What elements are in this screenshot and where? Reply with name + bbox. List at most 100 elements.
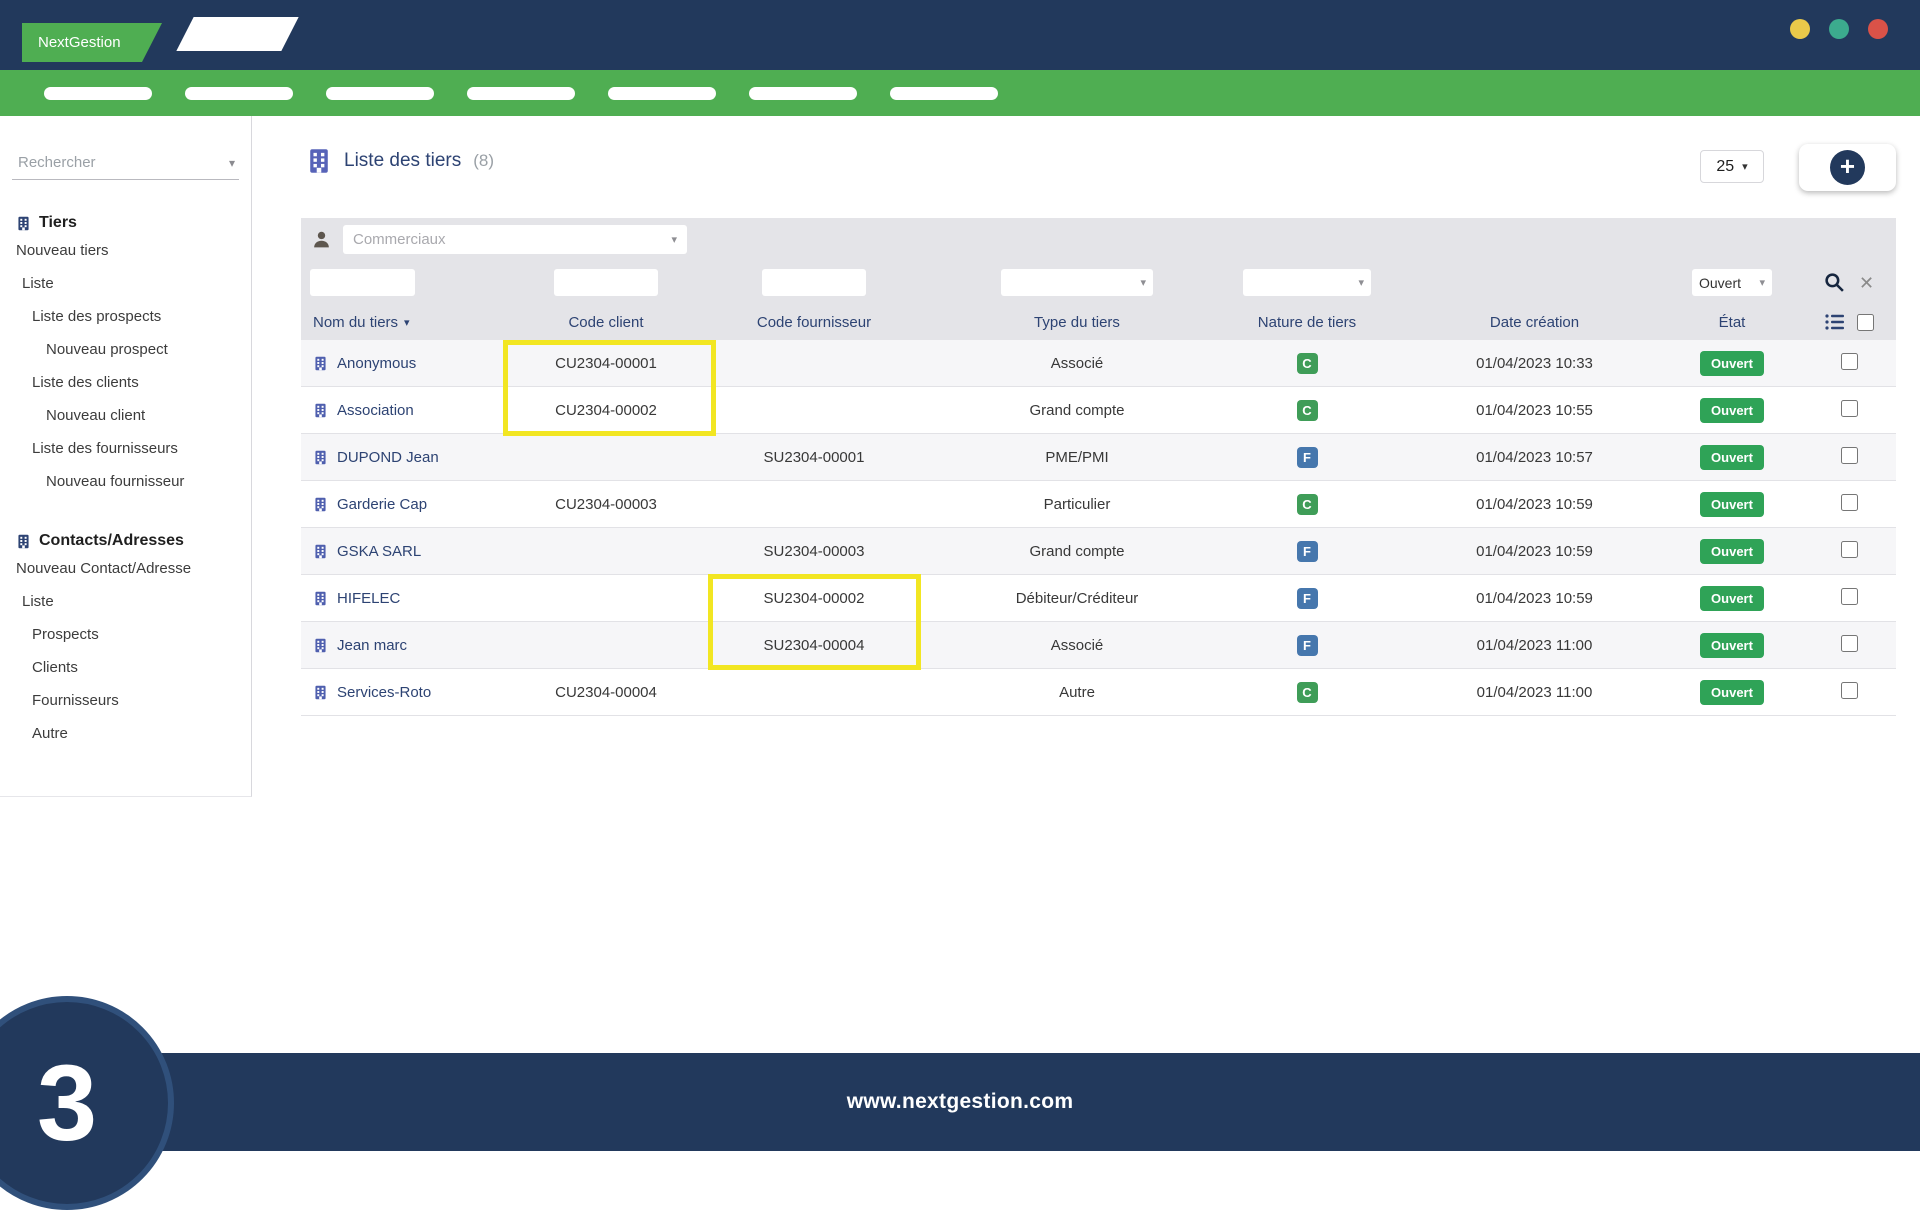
table-row[interactable]: Jean marc SU2304-00004 Associé F 01/04/2023 … — [301, 622, 1896, 669]
maximize-button[interactable] — [1829, 19, 1849, 39]
clear-filters-icon[interactable]: ✕ — [1859, 274, 1874, 292]
status-badge[interactable]: Ouvert — [1700, 397, 1764, 423]
tier-name-link[interactable]: Association — [301, 402, 531, 419]
sidebar-item-liste-des-prospects[interactable]: Liste des prospects — [12, 300, 239, 333]
column-header-type-du-tiers[interactable]: Type du tiers — [947, 314, 1207, 331]
table-row[interactable]: HIFELEC SU2304-00002 Débiteur/Créditeur F 01… — [301, 575, 1896, 622]
table-header-row: Nom du tiers ▾ Code client Code fournisseu… — [301, 304, 1896, 340]
filter-code-fournisseur-input[interactable] — [762, 269, 866, 296]
type-tiers-cell: Autre — [1059, 683, 1095, 701]
list-view-icon[interactable] — [1824, 314, 1845, 330]
sidebar-item-fournisseurs[interactable]: Fournisseurs — [12, 684, 239, 717]
table-row[interactable]: Garderie Cap CU2304-00003 Particulier C 01/0… — [301, 481, 1896, 528]
row-checkbox[interactable] — [1840, 587, 1858, 605]
sidebar-item-clients[interactable]: Clients — [12, 651, 239, 684]
sidebar-item-prospects[interactable]: Prospects — [12, 618, 239, 651]
table-row[interactable]: Anonymous CU2304-00001 Associé C 01/04/2023 … — [301, 340, 1896, 387]
filter-code-client-input[interactable] — [554, 269, 658, 296]
filter-type-select[interactable]: ▾ — [1001, 269, 1153, 296]
etat-cell: Ouvert — [1662, 538, 1802, 564]
tiers-table: Commerciaux ▾ ▾ ▾ Ouvert ▾ ✕ Nom du tier… — [301, 218, 1896, 716]
sidebar-search-input[interactable] — [12, 154, 239, 171]
menu-pill[interactable] — [608, 86, 716, 100]
type-tiers-cell: Débiteur/Créditeur — [1015, 589, 1139, 607]
column-header-etat[interactable]: État — [1662, 314, 1802, 331]
sidebar-item-autre[interactable]: Autre — [12, 717, 239, 750]
add-tier-button[interactable]: + — [1799, 144, 1896, 191]
column-header-date-creation[interactable]: Date création — [1407, 314, 1662, 331]
row-checkbox[interactable] — [1840, 540, 1858, 558]
sidebar-item-nouveau-tiers[interactable]: Nouveau tiers — [12, 234, 239, 267]
building-icon — [306, 148, 332, 174]
row-checkbox[interactable] — [1840, 634, 1858, 652]
table-row[interactable]: Association CU2304-00002 Grand compte C 01/0… — [301, 387, 1896, 434]
date-creation-cell: 01/04/2023 11:00 — [1476, 636, 1593, 654]
column-header-code-client[interactable]: Code client — [531, 314, 681, 331]
sidebar-search[interactable]: ▾ — [12, 146, 239, 180]
sidebar-item-nouveau-contact-adresse[interactable]: Nouveau Contact/Adresse — [12, 552, 239, 585]
row-checkbox[interactable] — [1840, 446, 1858, 464]
menu-pill[interactable] — [467, 86, 575, 100]
sidebar-item-nouveau-prospect[interactable]: Nouveau prospect — [12, 333, 239, 366]
status-badge[interactable]: Ouvert — [1700, 632, 1764, 658]
filter-commerciaux-select[interactable]: Commerciaux ▾ — [343, 225, 687, 254]
row-checkbox[interactable] — [1840, 681, 1858, 699]
nature-cell: C — [1207, 399, 1407, 421]
status-badge[interactable]: Ouvert — [1700, 538, 1764, 564]
nature-badge: F — [1296, 587, 1318, 609]
menu-pill[interactable] — [326, 86, 434, 100]
tier-name-link[interactable]: Services-Roto — [301, 684, 531, 701]
table-row[interactable]: Services-Roto CU2304-00004 Autre C 01/04/202… — [301, 669, 1896, 716]
menu-pill[interactable] — [185, 86, 293, 100]
menu-pill[interactable] — [44, 86, 152, 100]
type-tiers-cell: PME/PMI — [1045, 448, 1109, 466]
date-creation-cell: 01/04/2023 10:33 — [1476, 354, 1593, 372]
table-row[interactable]: GSKA SARL SU2304-00003 Grand compte F 01/04/… — [301, 528, 1896, 575]
row-checkbox-cell — [1802, 681, 1896, 703]
menu-pill[interactable] — [749, 86, 857, 100]
tier-name-link[interactable]: Anonymous — [301, 355, 531, 372]
ghost-tab[interactable] — [176, 17, 299, 51]
sidebar-item-liste-des-clients[interactable]: Liste des clients — [12, 366, 239, 399]
tier-name-link[interactable]: Jean marc — [301, 637, 531, 654]
search-icon[interactable] — [1824, 272, 1845, 293]
table-row[interactable]: DUPOND Jean SU2304-00001 PME/PMI F 01/04/202… — [301, 434, 1896, 481]
sidebar-item-liste[interactable]: Liste — [12, 585, 239, 618]
filter-nom-input[interactable] — [310, 269, 415, 296]
minimize-button[interactable] — [1790, 19, 1810, 39]
sidebar-item-nouveau-fournisseur[interactable]: Nouveau fournisseur — [12, 465, 239, 498]
column-header-nom-du-tiers[interactable]: Nom du tiers ▾ — [301, 314, 531, 331]
close-button[interactable] — [1868, 19, 1888, 39]
page-size-select[interactable]: 25 ▾ — [1700, 150, 1764, 183]
code-client-cell: CU2304-00004 — [555, 683, 657, 701]
sidebar-item-nouveau-client[interactable]: Nouveau client — [12, 399, 239, 432]
brand-tab[interactable]: NextGestion — [22, 23, 162, 62]
row-checkbox[interactable] — [1840, 399, 1858, 417]
row-checkbox[interactable] — [1840, 493, 1858, 511]
status-badge[interactable]: Ouvert — [1700, 444, 1764, 470]
sidebar-item-liste[interactable]: Liste — [12, 267, 239, 300]
column-header-nature-de-tiers[interactable]: Nature de tiers — [1207, 314, 1407, 331]
sidebar-section-contacts-adresses: Contacts/Adresses — [12, 530, 239, 552]
tier-name-link[interactable]: DUPOND Jean — [301, 449, 531, 466]
status-badge[interactable]: Ouvert — [1700, 350, 1764, 376]
menu-pill[interactable] — [890, 86, 998, 100]
status-badge[interactable]: Ouvert — [1700, 585, 1764, 611]
tier-name-link[interactable]: HIFELEC — [301, 590, 531, 607]
filter-etat-select[interactable]: Ouvert ▾ — [1692, 269, 1772, 296]
column-header-code-fournisseur[interactable]: Code fournisseur — [681, 314, 947, 331]
select-all-checkbox[interactable] — [1856, 313, 1874, 331]
status-badge[interactable]: Ouvert — [1700, 679, 1764, 705]
nature-badge: C — [1296, 352, 1318, 374]
nature-cell: C — [1207, 493, 1407, 515]
tier-name-link[interactable]: GSKA SARL — [301, 543, 531, 560]
status-badge[interactable]: Ouvert — [1700, 491, 1764, 517]
row-checkbox-cell — [1802, 352, 1896, 374]
row-checkbox[interactable] — [1840, 352, 1858, 370]
type-tiers-cell: Grand compte — [1029, 401, 1125, 419]
row-checkbox-cell — [1802, 634, 1896, 656]
slide-number-circle: 3 — [0, 996, 174, 1210]
sidebar-item-liste-des-fournisseurs[interactable]: Liste des fournisseurs — [12, 432, 239, 465]
tier-name-link[interactable]: Garderie Cap — [301, 496, 531, 513]
filter-nature-select[interactable]: ▾ — [1243, 269, 1371, 296]
